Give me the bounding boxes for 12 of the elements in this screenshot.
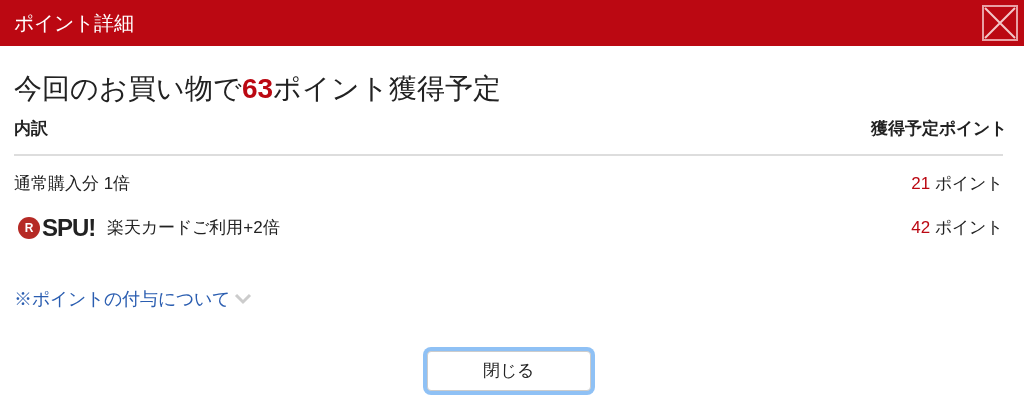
close-button[interactable] (982, 5, 1018, 41)
column-header: 獲得予定ポイント (871, 118, 1007, 140)
dialog-title: ポイント詳細 (14, 11, 134, 36)
row-label: 通常購入分 1倍 (14, 172, 131, 195)
points-info-link[interactable]: ※ポイントの付与について (14, 285, 230, 313)
row-label: 楽天カードご利用+2倍 (107, 216, 280, 239)
headline: 今回のお買い物で63ポイント獲得予定 (14, 72, 503, 106)
column-header: 内訳 (14, 118, 48, 140)
row-points: 21 ポイント (911, 172, 1003, 195)
close-icon (984, 7, 1016, 39)
row-points: 42 ポイント (911, 216, 1003, 239)
spu-logo: R SPU! (18, 209, 96, 246)
